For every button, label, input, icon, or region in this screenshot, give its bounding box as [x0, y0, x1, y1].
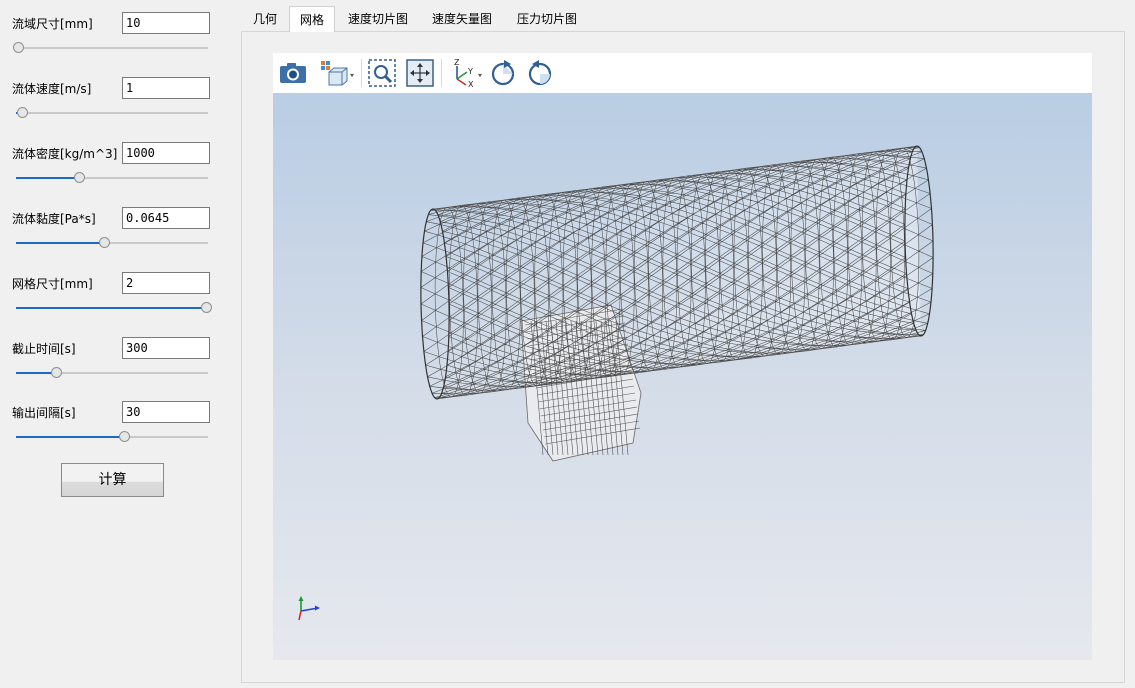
param-label: 截止时间[s]	[12, 342, 76, 356]
param-slider[interactable]	[16, 302, 212, 313]
param-input[interactable]: 10	[122, 12, 210, 34]
orientation-triad	[298, 596, 320, 621]
mesh-viewer: Z Y X	[273, 53, 1092, 660]
tab-2[interactable]: 速度切片图	[338, 6, 418, 32]
param-label: 输出间隔[s]	[12, 406, 76, 420]
slider-fill	[16, 436, 124, 438]
tab-1[interactable]: 网格	[289, 6, 336, 32]
param-row: 流体密度[kg/m^3] 1000	[0, 142, 230, 202]
mesh-wireframe	[420, 145, 934, 400]
camera-icon[interactable]	[277, 57, 309, 89]
param-input[interactable]: 2	[122, 272, 210, 294]
param-slider[interactable]	[16, 107, 208, 118]
slider-thumb[interactable]	[99, 237, 111, 248]
param-row: 网格尺寸[mm] 2	[0, 272, 230, 332]
tab-0[interactable]: 几何	[243, 6, 287, 32]
viewer-toolbar: Z Y X	[273, 53, 1092, 93]
param-label: 流域尺寸[mm]	[12, 17, 93, 31]
slider-fill	[16, 307, 208, 309]
tab-3[interactable]: 速度矢量图	[422, 6, 502, 32]
param-row: 流域尺寸[mm] 10	[0, 12, 230, 72]
param-slider[interactable]	[16, 367, 208, 378]
param-slider[interactable]	[16, 172, 208, 183]
param-row: 截止时间[s] 300	[0, 337, 230, 397]
fit-all-icon[interactable]	[404, 57, 436, 89]
slider-fill	[16, 242, 105, 244]
mesh-render	[298, 145, 934, 621]
calculate-button[interactable]: 计算	[61, 463, 164, 497]
slider-thumb[interactable]	[201, 302, 212, 313]
axis-x-label: X	[468, 80, 474, 89]
zoom-box-icon[interactable]	[366, 57, 398, 89]
rotate-cw-icon[interactable]	[487, 57, 519, 89]
slider-thumb[interactable]	[118, 431, 130, 442]
slider-fill	[16, 372, 57, 374]
param-input[interactable]: 30	[122, 401, 210, 423]
param-input[interactable]: 1000	[122, 142, 210, 164]
rotate-ccw-icon[interactable]	[524, 57, 556, 89]
param-label: 流体黏度[Pa*s]	[12, 212, 96, 226]
view-cube-icon[interactable]	[319, 57, 354, 89]
param-input[interactable]: 300	[122, 337, 210, 359]
slider-thumb[interactable]	[13, 42, 24, 53]
axes-orientation-icon[interactable]: Z Y X	[449, 57, 485, 89]
tab-4[interactable]: 压力切片图	[507, 6, 587, 32]
param-slider[interactable]	[16, 237, 208, 248]
param-slider[interactable]	[13, 42, 208, 53]
slider-thumb[interactable]	[51, 367, 63, 378]
param-label: 流体速度[m/s]	[12, 82, 92, 96]
param-row: 流体速度[m/s] 1	[0, 77, 230, 137]
axis-z-label: Z	[454, 58, 460, 67]
param-input[interactable]: 1	[122, 77, 210, 99]
param-input[interactable]: 0.0645	[122, 207, 210, 229]
param-label: 流体密度[kg/m^3]	[12, 147, 118, 161]
axis-y-label: Y	[467, 67, 473, 76]
slider-fill	[16, 177, 80, 179]
param-slider[interactable]	[16, 431, 208, 442]
param-label: 网格尺寸[mm]	[12, 277, 93, 291]
slider-thumb[interactable]	[74, 172, 86, 183]
3d-viewport[interactable]	[273, 93, 1092, 660]
slider-thumb[interactable]	[16, 107, 28, 118]
param-row: 输出间隔[s] 30	[0, 401, 230, 461]
param-row: 流体黏度[Pa*s] 0.0645	[0, 207, 230, 267]
